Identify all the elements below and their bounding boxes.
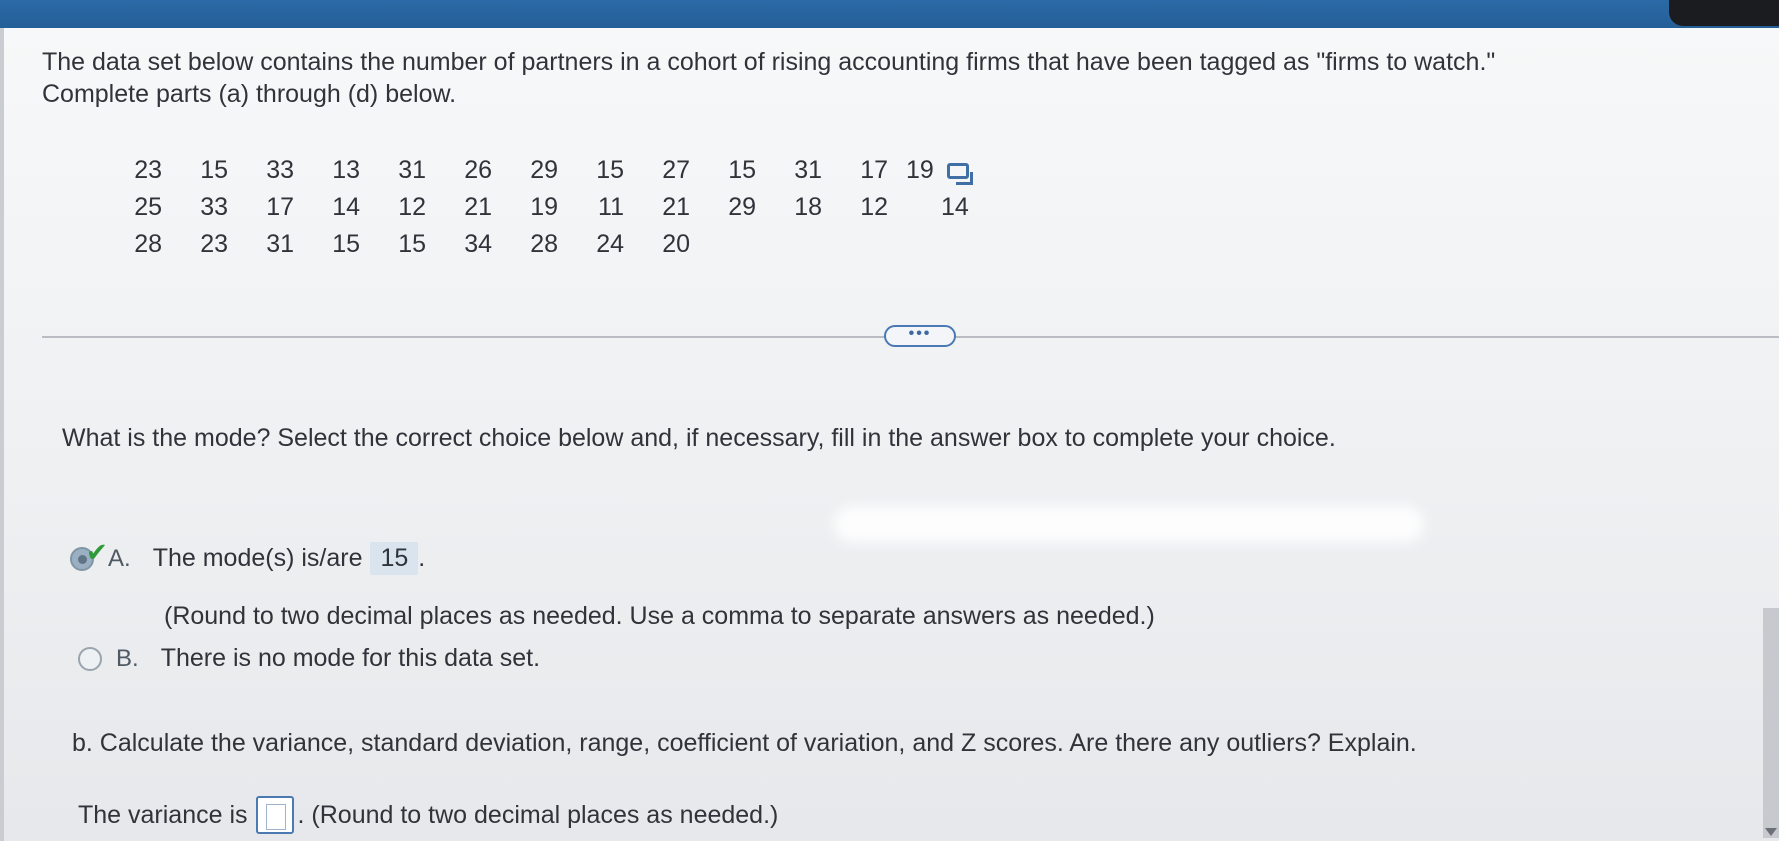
data-cell: 29 bbox=[530, 156, 558, 184]
choice-a[interactable]: ✔ A. The mode(s) is/are 15 . bbox=[70, 537, 426, 575]
data-cell: 24 bbox=[596, 230, 624, 258]
data-cell-last: 19 bbox=[906, 152, 987, 189]
data-cell: 31 bbox=[398, 156, 426, 184]
data-cell: 15 bbox=[332, 230, 360, 258]
data-cell: 20 bbox=[662, 230, 690, 258]
data-cell: 21 bbox=[464, 193, 492, 221]
checkmark-icon: ✔ bbox=[86, 536, 108, 567]
data-cell: 23 bbox=[134, 156, 162, 184]
data-cell: 15 bbox=[200, 156, 228, 184]
choice-b-text: There is no mode for this data set. bbox=[160, 644, 541, 672]
data-value: 19 bbox=[906, 156, 934, 184]
choice-a-letter: A. bbox=[108, 544, 131, 572]
data-cell: 34 bbox=[464, 230, 492, 258]
data-cell: 23 bbox=[200, 230, 228, 258]
data-cell: 31 bbox=[266, 230, 294, 258]
vertical-scrollbar[interactable] bbox=[1763, 608, 1779, 838]
variance-suffix: . (Round to two decimal places as needed… bbox=[297, 800, 779, 829]
data-cell: 28 bbox=[530, 230, 558, 258]
data-cell: 29 bbox=[728, 193, 756, 221]
intro-line-1: The data set below contains the number o… bbox=[42, 48, 1496, 76]
data-cell: 14 bbox=[332, 193, 360, 221]
scroll-down-icon[interactable] bbox=[1765, 828, 1777, 836]
screen-glare bbox=[834, 506, 1424, 542]
radio-b[interactable] bbox=[78, 646, 102, 671]
data-cell: 17 bbox=[860, 156, 888, 184]
question-page: The data set below contains the number o… bbox=[0, 28, 1779, 841]
data-cell: 14 bbox=[940, 193, 969, 221]
data-cell: 15 bbox=[728, 156, 756, 184]
data-cell: 15 bbox=[398, 230, 426, 258]
top-header-bar bbox=[0, 0, 1779, 30]
choice-a-text: The mode(s) is/are bbox=[152, 544, 363, 572]
choice-b[interactable]: B. There is no mode for this data set. bbox=[78, 644, 540, 673]
data-row-3: 28 23 31 15 15 34 28 24 20 bbox=[114, 226, 987, 263]
mode-question: What is the mode? Select the correct cho… bbox=[62, 424, 1336, 452]
data-row-1: 23 15 33 13 31 26 29 15 27 15 31 17 19 bbox=[114, 152, 987, 189]
data-row-2: 25 33 17 14 12 21 19 11 21 29 18 12 14 bbox=[114, 189, 987, 226]
data-cell: 17 bbox=[266, 193, 294, 221]
data-cell: 21 bbox=[662, 193, 690, 221]
data-cell: 15 bbox=[596, 156, 624, 184]
data-cell: 12 bbox=[398, 193, 426, 221]
data-cell: 26 bbox=[464, 156, 492, 184]
data-cell: 33 bbox=[266, 156, 294, 184]
data-set-table: 23 15 33 13 31 26 29 15 27 15 31 17 19 2… bbox=[114, 152, 987, 263]
mode-answer-field[interactable]: 15 bbox=[370, 542, 419, 575]
radio-a-selected[interactable]: ✔ bbox=[70, 537, 108, 571]
data-cell: 19 bbox=[530, 193, 558, 221]
data-cell: 27 bbox=[662, 156, 690, 184]
header-corner bbox=[1669, 0, 1779, 26]
variance-label: The variance is bbox=[78, 800, 248, 829]
intro-line-2: Complete parts (a) through (d) below. bbox=[42, 80, 457, 108]
data-cell: 13 bbox=[332, 156, 360, 184]
data-cell: 33 bbox=[200, 193, 228, 221]
data-cell: 12 bbox=[860, 193, 888, 221]
data-cell: 28 bbox=[134, 230, 162, 258]
part-b-prompt: b. Calculate the variance, standard devi… bbox=[72, 729, 1417, 757]
choice-a-hint: (Round to two decimal places as needed. … bbox=[164, 602, 1155, 630]
data-cell: 18 bbox=[794, 193, 822, 221]
expand-more-button[interactable]: ••• bbox=[884, 325, 956, 347]
data-cell: 25 bbox=[134, 193, 162, 221]
data-cell: 11 bbox=[598, 193, 624, 221]
variance-input[interactable] bbox=[255, 796, 294, 834]
problem-intro: The data set below contains the number o… bbox=[42, 46, 1732, 110]
data-cell: 31 bbox=[794, 156, 822, 184]
variance-row: The variance is . (Round to two decimal … bbox=[78, 796, 778, 834]
choice-b-letter: B. bbox=[116, 644, 139, 672]
copy-data-icon[interactable] bbox=[946, 163, 973, 186]
choice-a-suffix: . bbox=[418, 544, 426, 572]
